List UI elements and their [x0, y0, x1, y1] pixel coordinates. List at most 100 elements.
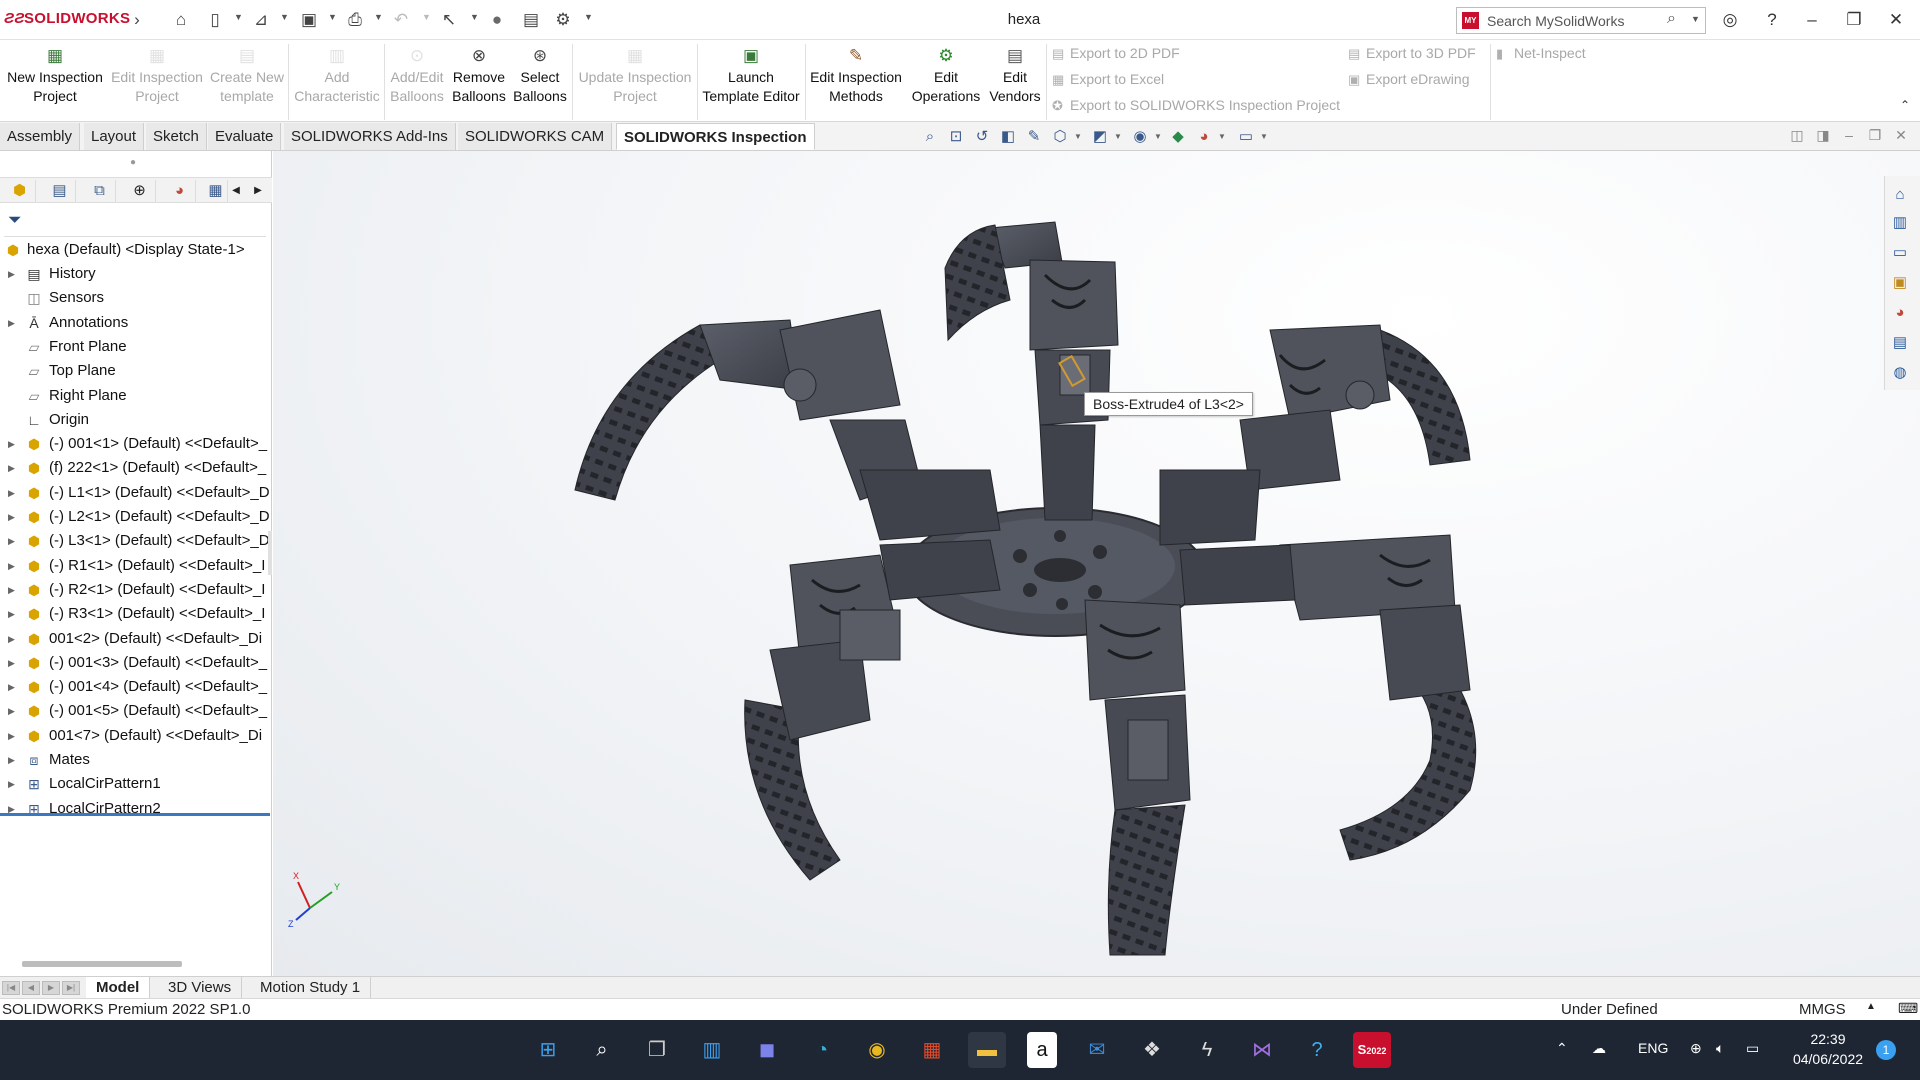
section-view-icon[interactable]: ◧ [998, 127, 1018, 147]
coordinate-triad[interactable]: X Y Z [288, 868, 348, 928]
new-inspection-project-button[interactable]: ▦ New Inspection Project [4, 40, 106, 120]
tab-solidworks-add-ins[interactable]: SOLIDWORKS Add-Ins [284, 123, 456, 150]
apply-scene-icon[interactable]: ◕ [1194, 127, 1214, 147]
expand-arrow-icon[interactable]: ▶ [8, 529, 15, 553]
tree-item[interactable]: ▶ ⬢ 001<7> (Default) <<Default>_Di [0, 724, 272, 748]
edit-appearance-icon[interactable]: ◆ [1168, 127, 1188, 147]
volume-icon[interactable]: 🔈︎ [1716, 1040, 1724, 1057]
tab-solidworks-cam[interactable]: SOLIDWORKS CAM [458, 123, 613, 150]
tabs-scroll-left-icon[interactable]: ◀ [228, 180, 244, 202]
expand-arrow-icon[interactable]: ▶ [8, 699, 15, 723]
restore-icon[interactable]: ❐ [1840, 8, 1868, 32]
tree-item[interactable]: ∟ Origin [0, 408, 272, 432]
dropbox-icon[interactable]: ❖ [1133, 1032, 1171, 1068]
create-new-template-button[interactable]: ▤ Create New template [208, 40, 286, 120]
remove-balloons-button[interactable]: ⊗ Remove Balloons [450, 40, 508, 120]
viewport-restore-icon[interactable]: ❐ [1864, 127, 1886, 144]
tab-model[interactable]: Model [86, 977, 151, 999]
expand-arrow-icon[interactable]: ▶ [8, 456, 15, 480]
edit-inspection-project-button[interactable]: ▦ Edit Inspection Project [108, 40, 206, 120]
collapse-ribbon-icon[interactable]: ⌃ [1900, 98, 1910, 112]
expand-arrow-icon[interactable]: ▶ [8, 481, 15, 505]
minimize-icon[interactable]: – [1798, 8, 1826, 32]
zoom-to-area-icon[interactable]: ⊡ [946, 127, 966, 147]
expand-arrow-icon[interactable]: ▶ [8, 724, 15, 748]
tree-item[interactable]: ▱ Right Plane [0, 384, 272, 408]
expand-arrow-icon[interactable]: ▶ [8, 675, 15, 699]
leg-upper-left[interactable] [574, 309, 1001, 541]
solidworks-resources-icon[interactable]: ⌂ [1887, 182, 1913, 208]
displaymanager-tab-icon[interactable]: ◕ [164, 180, 196, 202]
tree-item[interactable]: ▶ ⊞ LocalCirPattern2 [0, 797, 272, 821]
solidworks-forum-icon[interactable]: ◍ [1887, 360, 1913, 386]
windows-start-icon[interactable]: ⊞ [529, 1032, 567, 1068]
show-hidden-icons[interactable]: ⌃ [1556, 1040, 1568, 1057]
hide-show-dropdown-icon[interactable]: ▼ [1154, 132, 1162, 141]
notification-badge[interactable]: 1 [1876, 1040, 1896, 1060]
search-taskbar-icon[interactable]: ⌕ [583, 1032, 621, 1068]
dimxpertmanager-tab-icon[interactable]: ⊕ [124, 180, 156, 202]
hide-show-items-icon[interactable]: ◉ [1130, 127, 1150, 147]
mail-icon[interactable]: ✉ [1078, 1032, 1116, 1068]
search-icon[interactable]: ⌕ [1667, 10, 1676, 28]
tab-sketch[interactable]: Sketch [146, 123, 207, 150]
design-library-icon[interactable]: ▥ [1887, 210, 1913, 236]
customize-status-icon[interactable]: ⌨ [1898, 1000, 1918, 1017]
language-indicator[interactable]: ENG [1638, 1040, 1668, 1056]
tree-item[interactable]: ▱ Top Plane [0, 359, 272, 383]
help-icon[interactable]: ? [1758, 8, 1786, 32]
tab-motion-study-1[interactable]: Motion Study 1 [250, 977, 372, 999]
zoom-to-fit-icon[interactable]: ⌕ [920, 127, 940, 147]
tab-layout[interactable]: Layout [84, 123, 145, 150]
first-tab-icon[interactable]: |◀ [2, 981, 20, 995]
expand-arrow-icon[interactable]: ▶ [8, 651, 15, 675]
expand-arrow-icon[interactable]: ▶ [8, 772, 15, 796]
unit-menu-icon[interactable]: ▲ [1866, 1001, 1876, 1012]
onedrive-icon[interactable]: ☁ [1592, 1040, 1606, 1057]
microsoft-store-icon[interactable]: ▦ [913, 1032, 951, 1068]
battery-icon[interactable]: ▭ [1746, 1040, 1759, 1057]
expand-arrow-icon[interactable]: ▶ [8, 797, 15, 821]
view-orientation-icon[interactable]: ⬡ [1050, 127, 1070, 147]
expand-arrow-icon[interactable]: ▶ [8, 311, 15, 335]
viewport-minimize-icon[interactable]: – [1838, 127, 1860, 143]
close-icon[interactable]: ✕ [1882, 8, 1910, 32]
propertymanager-tab-icon[interactable]: ▤ [44, 180, 76, 202]
tree-item[interactable]: ▶ ⊞ LocalCirPattern1 [0, 772, 272, 796]
appearances-icon[interactable]: ◕ [1887, 300, 1913, 326]
select-balloons-button[interactable]: ⊛ Select Balloons [512, 40, 568, 120]
expand-arrow-icon[interactable]: ▶ [8, 554, 15, 578]
export-2d-pdf-button[interactable]: ▤ Export to 2D PDF [1052, 42, 1180, 64]
tree-filter[interactable]: ⏷ [4, 207, 266, 237]
tree-item[interactable]: ▶ ⧈ Mates [0, 748, 272, 772]
prev-tab-icon[interactable]: ◀ [22, 981, 40, 995]
expand-arrow-icon[interactable]: ▶ [8, 748, 15, 772]
view-settings-dropdown-icon[interactable]: ▼ [1260, 132, 1268, 141]
teams-chat-icon[interactable]: ◼ [748, 1032, 786, 1068]
tree-divider[interactable] [0, 813, 270, 816]
tree-item[interactable]: ◫ Sensors [0, 286, 272, 310]
tree-item[interactable]: ▶ ⬢ (f) 222<1> (Default) <<Default>_ [0, 456, 272, 480]
viewport-close-icon[interactable]: ✕ [1890, 127, 1912, 144]
export-3d-pdf-button[interactable]: ▤ Export to 3D PDF [1348, 42, 1476, 64]
tabs-scroll-right-icon[interactable]: ▶ [250, 180, 266, 202]
featuremanager-tab-icon[interactable]: ⬢ [4, 180, 36, 202]
edit-operations-button[interactable]: ⚙ Edit Operations [908, 40, 984, 120]
expand-arrow-icon[interactable]: ▶ [8, 602, 15, 626]
chrome-icon[interactable]: ◉ [858, 1032, 896, 1068]
tree-item[interactable]: ▶ Ā Annotations [0, 311, 272, 335]
tree-item[interactable]: ▶ ▤ History [0, 262, 272, 286]
net-inspect-button[interactable]: ▮ Net-Inspect [1496, 42, 1586, 64]
widgets-icon[interactable]: ▥ [693, 1032, 731, 1068]
tab-assembly[interactable]: Assembly [0, 123, 81, 150]
file-explorer-taskbar-icon[interactable]: ▬ [968, 1032, 1006, 1068]
filter-icon[interactable]: ⏷ [8, 210, 22, 230]
help-app-icon[interactable]: ? [1298, 1032, 1336, 1068]
expand-arrow-icon[interactable]: ▶ [8, 578, 15, 602]
tree-item[interactable]: ▶ ⬢ (-) 001<1> (Default) <<Default>_ [0, 432, 272, 456]
add-edit-balloons-button[interactable]: ⊙ Add/Edit Balloons [386, 40, 448, 120]
leg-lower-right[interactable] [1179, 534, 1477, 861]
edge-icon[interactable]: ◔ [803, 1032, 841, 1068]
tree-item[interactable]: ▶ ⬢ 001<2> (Default) <<Default>_Di [0, 627, 272, 651]
add-characteristic-button[interactable]: ▥ Add Characteristic [292, 40, 382, 120]
